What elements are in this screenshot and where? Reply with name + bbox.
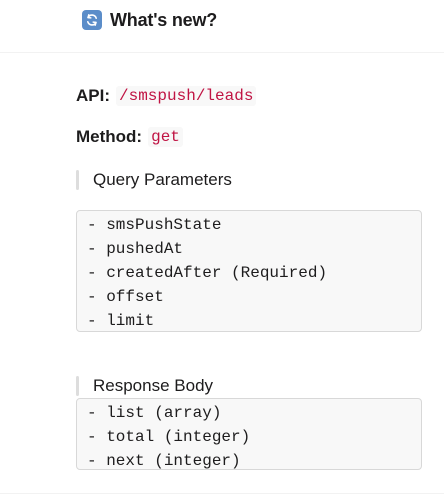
method-value: get xyxy=(148,127,183,147)
response-body-code-block: - list (array) - total (integer) - next … xyxy=(76,398,422,470)
query-parameters-code-block: - smsPushState - pushedAt - createdAfter… xyxy=(76,210,422,332)
response-field-line: - next (integer) xyxy=(87,452,241,470)
message-header: What's new? xyxy=(82,6,217,34)
query-param-line: - limit xyxy=(87,312,155,330)
query-param-line: - pushedAt xyxy=(87,240,184,258)
response-body-heading: Response Body xyxy=(76,376,213,396)
api-label: API: xyxy=(76,86,110,105)
query-param-line: - smsPushState xyxy=(87,216,222,234)
quote-bar xyxy=(76,170,79,190)
query-param-line: - createdAfter (Required) xyxy=(87,264,328,282)
header-divider xyxy=(0,52,444,53)
method-row: Method: get xyxy=(76,127,183,147)
response-field-line: - list (array) xyxy=(87,404,222,422)
quote-bar xyxy=(76,376,79,396)
page-title: What's new? xyxy=(110,9,218,30)
footer-divider xyxy=(0,493,444,494)
query-parameters-heading: Query Parameters xyxy=(76,170,232,190)
api-endpoint: /smspush/leads xyxy=(116,86,257,106)
response-field-line: - total (integer) xyxy=(87,428,251,446)
update-icon xyxy=(82,10,102,30)
query-param-line: - offset xyxy=(87,288,164,306)
response-body-title: Response Body xyxy=(93,376,214,395)
api-row: API: /smspush/leads xyxy=(76,86,257,106)
query-parameters-title: Query Parameters xyxy=(93,170,232,189)
method-label: Method: xyxy=(76,127,143,146)
